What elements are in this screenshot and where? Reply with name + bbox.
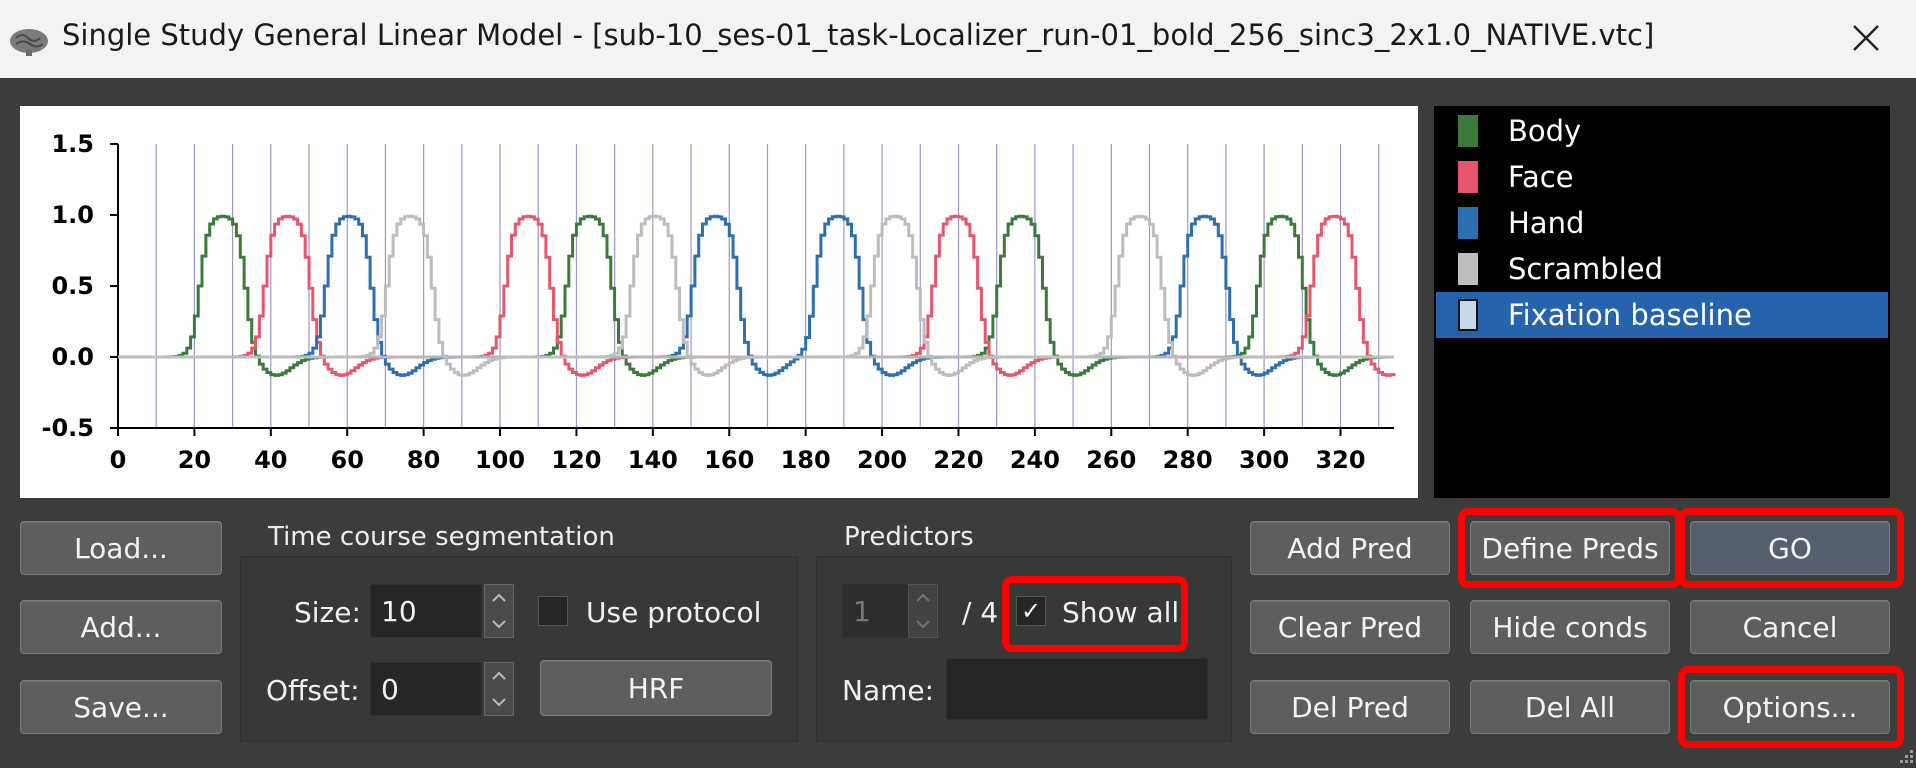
legend-label: Fixation baseline — [1508, 298, 1752, 332]
x-tick-label: 200 — [857, 446, 907, 474]
y-tick-label: 0.0 — [51, 343, 94, 371]
segmentation-group-title: Time course segmentation — [268, 522, 615, 552]
x-tick-label: 280 — [1163, 446, 1213, 474]
resize-grip-icon[interactable] — [1896, 748, 1914, 766]
x-tick-label: 300 — [1239, 446, 1289, 474]
close-button[interactable] — [1844, 16, 1888, 60]
offset-input[interactable]: 0 — [370, 662, 482, 716]
hrf-button[interactable]: HRF — [540, 660, 772, 716]
legend-swatch — [1458, 299, 1478, 331]
y-tick-label: 1.5 — [51, 130, 94, 158]
hide-conds-button[interactable]: Hide conds — [1470, 600, 1670, 654]
del-pred-button[interactable]: Del Pred — [1250, 680, 1450, 734]
name-label: Name: — [842, 674, 935, 707]
clear-pred-button[interactable]: Clear Pred — [1250, 600, 1450, 654]
legend-label: Hand — [1508, 206, 1585, 240]
chevron-down-icon[interactable] — [485, 689, 513, 715]
show-all-checkbox[interactable]: ✓ — [1016, 596, 1046, 626]
x-tick-label: 20 — [178, 446, 211, 474]
define-preds-button[interactable]: Define Preds — [1470, 521, 1670, 575]
brain-icon — [10, 29, 48, 56]
legend-label: Face — [1508, 160, 1574, 194]
chevron-up-icon[interactable] — [485, 585, 513, 611]
legend-item-hand[interactable]: Hand — [1436, 200, 1888, 246]
x-tick-label: 120 — [551, 446, 601, 474]
y-tick-label: 1.0 — [51, 201, 94, 229]
x-tick-label: 240 — [1010, 446, 1060, 474]
use-protocol-label[interactable]: Use protocol — [586, 596, 761, 629]
chevron-up-icon — [909, 585, 937, 611]
predictor-time-course-plot[interactable]: 1.5 1.0 0.5 0.0 -0.5 0 20 40 60 80 100 120 140 160 180… — [20, 106, 1418, 498]
condition-list[interactable]: Body Face Hand Scrambled Fixation baseline — [1434, 106, 1890, 498]
chevron-down-icon — [909, 611, 937, 637]
legend-item-face[interactable]: Face — [1436, 154, 1888, 200]
use-protocol-checkbox[interactable] — [538, 596, 568, 626]
x-tick-label: 0 — [110, 446, 127, 474]
title-bar: Single Study General Linear Model - [sub… — [0, 0, 1916, 78]
predictors-group-title: Predictors — [844, 522, 974, 552]
cancel-button[interactable]: Cancel — [1690, 600, 1890, 654]
close-icon — [1853, 25, 1879, 51]
legend-label: Body — [1508, 114, 1582, 148]
offset-spinner[interactable] — [484, 662, 514, 716]
legend-swatch — [1458, 115, 1478, 147]
legend-item-scrambled[interactable]: Scrambled — [1436, 246, 1888, 292]
size-label: Size: — [294, 596, 361, 629]
add-button[interactable]: Add... — [20, 600, 222, 654]
predictor-total-label: / 4 — [962, 596, 999, 629]
x-tick-label: 320 — [1315, 446, 1365, 474]
size-spinner[interactable] — [484, 584, 514, 638]
predictor-name-input[interactable] — [946, 658, 1208, 720]
y-tick-label: 0.5 — [51, 272, 94, 300]
legend-swatch — [1458, 161, 1478, 193]
x-tick-label: 40 — [254, 446, 287, 474]
size-input[interactable]: 10 — [370, 584, 482, 638]
window-title: Single Study General Linear Model - [sub… — [62, 18, 1655, 52]
chevron-up-icon[interactable] — [485, 663, 513, 689]
legend-item-fixation-baseline[interactable]: Fixation baseline — [1436, 292, 1888, 338]
del-all-button[interactable]: Del All — [1470, 680, 1670, 734]
save-button[interactable]: Save... — [20, 680, 222, 734]
x-tick-label: 260 — [1086, 446, 1136, 474]
x-tick-label: 220 — [933, 446, 983, 474]
legend-label: Scrambled — [1508, 252, 1664, 286]
legend-swatch — [1458, 207, 1478, 239]
go-button[interactable]: GO — [1690, 521, 1890, 575]
y-tick-label: -0.5 — [42, 414, 94, 442]
options-button[interactable]: Options... — [1690, 680, 1890, 734]
chart-svg: 1.5 1.0 0.5 0.0 -0.5 0 20 40 60 80 100 120 140 160 180… — [42, 130, 1396, 474]
chevron-down-icon[interactable] — [485, 611, 513, 637]
offset-label: Offset: — [266, 674, 360, 707]
predictor-index-input: 1 — [842, 584, 910, 638]
load-button[interactable]: Load... — [20, 521, 222, 575]
x-tick-label: 100 — [475, 446, 525, 474]
x-tick-label: 140 — [628, 446, 678, 474]
legend-swatch — [1458, 253, 1478, 285]
predictor-index-spinner — [908, 584, 938, 638]
show-all-label[interactable]: Show all — [1062, 596, 1179, 629]
add-pred-button[interactable]: Add Pred — [1250, 521, 1450, 575]
x-tick-label: 180 — [781, 446, 831, 474]
x-tick-label: 160 — [704, 446, 754, 474]
x-tick-label: 60 — [331, 446, 364, 474]
x-tick-label: 80 — [407, 446, 440, 474]
legend-item-body[interactable]: Body — [1436, 108, 1888, 154]
